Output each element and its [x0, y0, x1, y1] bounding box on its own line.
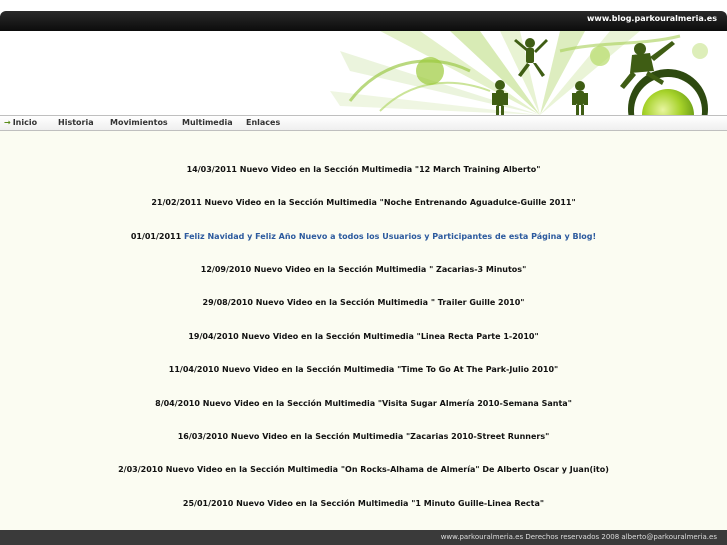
nav-item-historia[interactable]: Historia: [58, 118, 94, 127]
news-item: 25/01/2010 Nuevo Video en la Sección Mul…: [0, 499, 727, 508]
nav-item-enlaces[interactable]: Enlaces: [246, 118, 280, 127]
news-text: Nuevo Video en la Sección Multimedia "Ti…: [221, 365, 559, 374]
parkour-banner-graphic: [330, 31, 708, 115]
news-item: 8/04/2010 Nuevo Video en la Sección Mult…: [0, 399, 727, 408]
news-content: 14/03/2011 Nuevo Video en la Sección Mul…: [0, 131, 727, 530]
news-item-highlight: 01/01/2011 Feliz Navidad y Feliz Año Nue…: [0, 232, 727, 241]
greeting-link[interactable]: Feliz Navidad y Feliz Año Nuevo a todos …: [184, 232, 596, 241]
news-item: 2/03/2010 Nuevo Video en la Sección Mult…: [0, 465, 727, 474]
news-item: 29/08/2010 Nuevo Video en la Sección Mul…: [0, 298, 727, 307]
news-item: 19/04/2010 Nuevo Video en la Sección Mul…: [0, 332, 727, 341]
news-date: 29/08/2010: [202, 298, 253, 307]
news-item: 21/02/2011 Nuevo Video en la Sección Mul…: [0, 198, 727, 207]
news-date: 2/03/2010: [118, 465, 163, 474]
news-date: 01/01/2011: [130, 232, 182, 241]
nav-item-movimientos[interactable]: Movimientos: [110, 118, 168, 127]
news-item: 14/03/2011 Nuevo Video en la Sección Mul…: [0, 165, 727, 174]
news-text: Nuevo Video en la Sección Multimedia "1 …: [236, 499, 545, 508]
footer-text: www.parkouralmeria.es Derechos reservado…: [440, 533, 717, 541]
news-text: Nuevo Video en la Sección Multimedia "Li…: [241, 332, 539, 341]
site-url[interactable]: www.blog.parkouralmeria.es: [587, 14, 717, 23]
news-text: Nuevo Video en la Sección Multimedia " Z…: [253, 265, 527, 274]
arrow-right-icon: →: [4, 118, 11, 127]
news-date: 8/04/2010: [155, 399, 200, 408]
main-nav: → Inicio Historia Movimientos Multimedia …: [0, 115, 727, 131]
news-date: 25/01/2010: [182, 499, 234, 508]
news-text: Nuevo Video en la Sección Multimedia "On…: [165, 465, 609, 474]
header-banner: [0, 31, 727, 115]
footer: www.parkouralmeria.es Derechos reservado…: [0, 530, 727, 545]
news-date: 11/04/2010: [168, 365, 220, 374]
news-date: 19/04/2010: [188, 332, 239, 341]
nav-item-multimedia[interactable]: Multimedia: [182, 118, 233, 127]
top-bar: www.blog.parkouralmeria.es: [0, 11, 727, 31]
news-text: Nuevo Video en la Sección Multimedia "Za…: [230, 432, 550, 441]
news-item: 16/03/2010 Nuevo Video en la Sección Mul…: [0, 432, 727, 441]
news-text: Nuevo Video en la Sección Multimedia " T…: [255, 298, 525, 307]
news-date: 21/02/2011: [151, 198, 202, 207]
news-date: 16/03/2010: [177, 432, 229, 441]
news-text: Nuevo Video en la Sección Multimedia "12…: [239, 165, 541, 174]
nav-item-inicio[interactable]: → Inicio: [4, 118, 37, 127]
news-item: 12/09/2010 Nuevo Video en la Sección Mul…: [0, 265, 727, 274]
news-text: Nuevo Video en la Sección Multimedia "Vi…: [202, 399, 572, 408]
nav-item-label: Inicio: [12, 118, 38, 127]
news-text: Nuevo Video en la Sección Multimedia "No…: [204, 198, 576, 207]
news-item: 11/04/2010 Nuevo Video en la Sección Mul…: [0, 365, 727, 374]
news-date: 12/09/2010: [200, 265, 252, 274]
news-date: 14/03/2011: [186, 165, 237, 174]
